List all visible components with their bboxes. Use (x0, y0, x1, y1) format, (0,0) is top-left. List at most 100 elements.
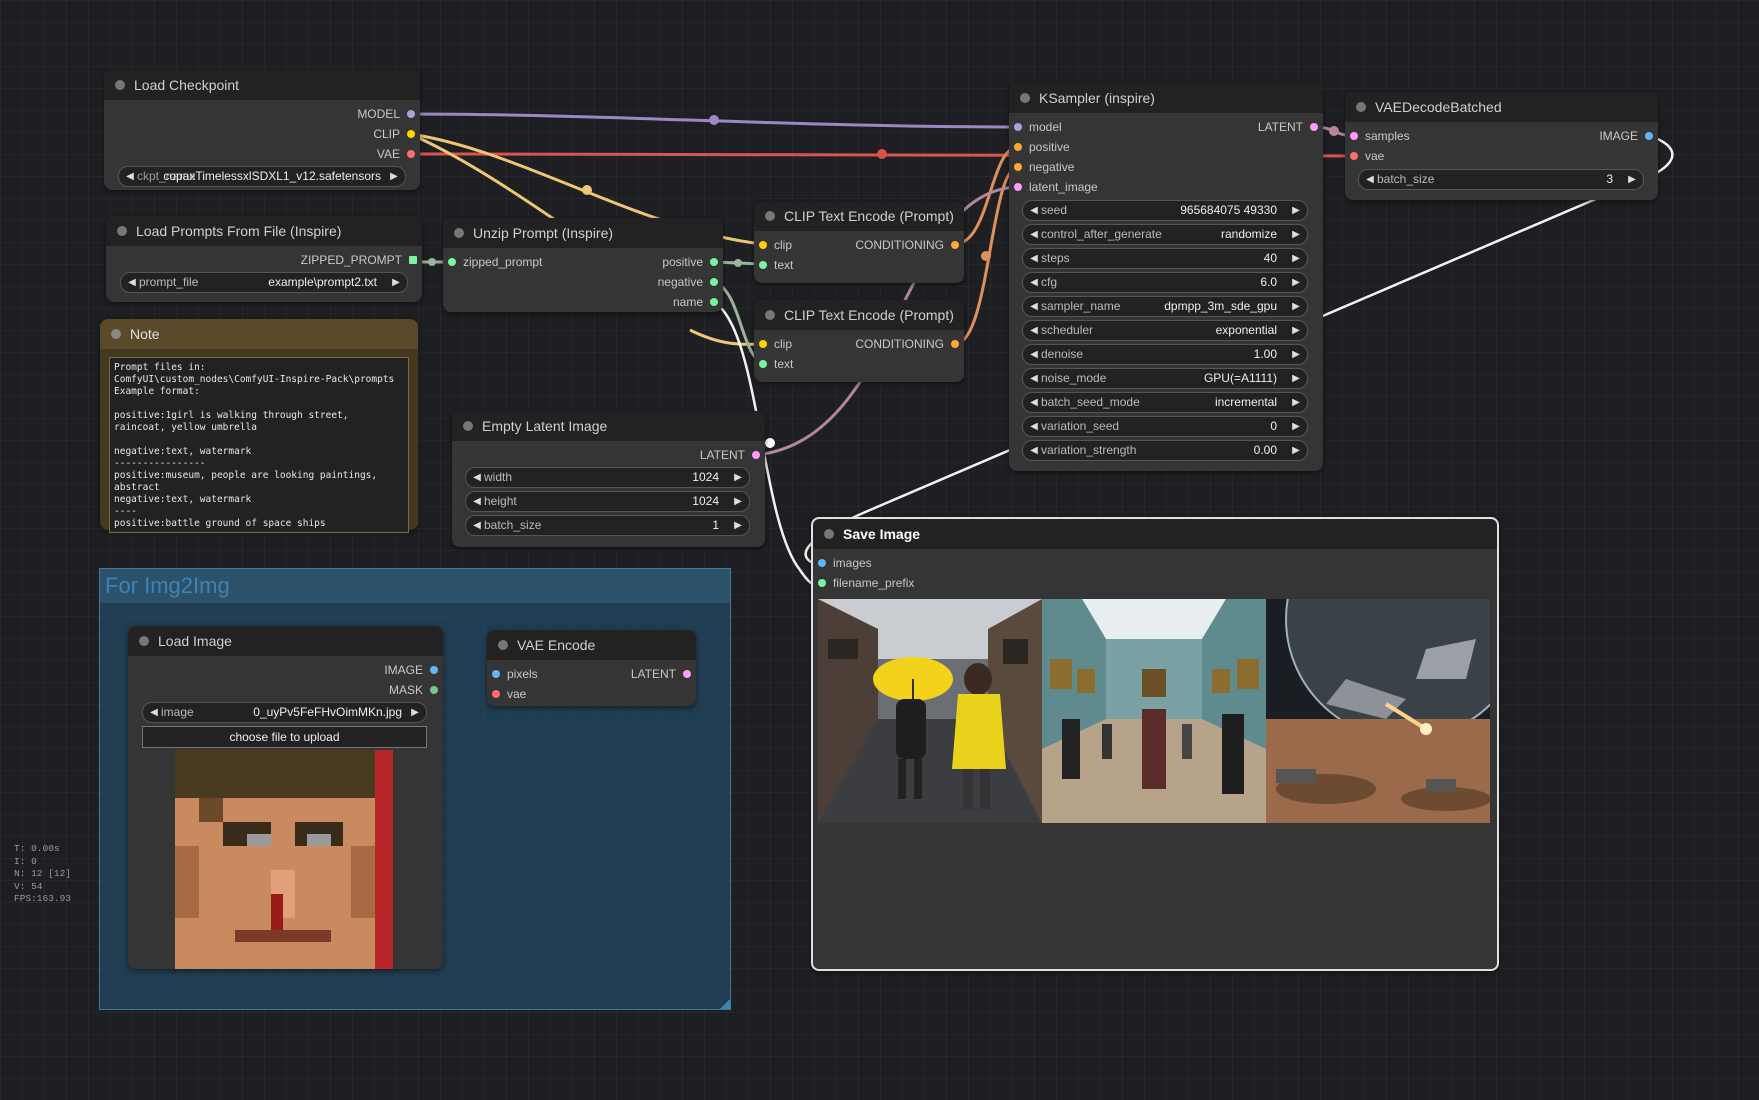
arrow-left-icon[interactable]: ◀ (1027, 345, 1041, 364)
collapse-dot-icon[interactable] (765, 211, 775, 221)
arrow-left-icon[interactable]: ◀ (470, 492, 484, 511)
node-clip-text-encode-1[interactable]: CLIP Text Encode (Prompt) clip text COND… (754, 201, 964, 283)
collapse-dot-icon[interactable] (454, 228, 464, 238)
arrow-right-icon[interactable]: ▶ (731, 516, 745, 535)
port-dot-icon[interactable] (752, 451, 760, 459)
control-after-generate-combo[interactable]: ◀ control_after_generate randomize ▶ (1022, 224, 1308, 245)
port-dot-icon[interactable] (818, 559, 826, 567)
image-combo[interactable]: ◀ image 0_uyPv5FeFHvOimMKn.jpg ▶ (142, 702, 427, 723)
choose-file-upload-button[interactable]: choose file to upload (142, 726, 427, 748)
collapse-dot-icon[interactable] (498, 640, 508, 650)
port-dot-icon[interactable] (951, 340, 959, 348)
arrow-right-icon[interactable]: ▶ (1289, 441, 1303, 460)
arrow-left-icon[interactable]: ◀ (123, 167, 137, 186)
port-dot-icon[interactable] (1014, 163, 1022, 171)
node-load-image[interactable]: Load Image IMAGE MASK ◀ image 0_uyPv5FeFHv… (128, 626, 443, 969)
output-positive[interactable]: positive (662, 252, 723, 272)
input-vae[interactable]: vae (487, 684, 526, 704)
arrow-left-icon[interactable]: ◀ (1027, 297, 1041, 316)
output-vae[interactable]: VAE (377, 144, 420, 164)
node-header[interactable]: VAEDecodeBatched (1345, 92, 1658, 122)
port-dot-icon[interactable] (448, 258, 456, 266)
output-model[interactable]: MODEL (357, 104, 420, 124)
prompt-file-combo[interactable]: ◀ prompt_file example\prompt2.txt ▶ (120, 272, 408, 293)
arrow-right-icon[interactable]: ▶ (1289, 225, 1303, 244)
height-number[interactable]: ◀ height 1024 ▶ (465, 491, 750, 512)
collapse-dot-icon[interactable] (139, 636, 149, 646)
ckpt-name-combo[interactable]: ◀ ckpt_name copaxTimelessxlSDXL1_v12.saf… (118, 166, 406, 187)
node-note[interactable]: Note Prompt files in: ComfyUI\custom_nod… (100, 319, 418, 533)
port-dot-icon[interactable] (430, 686, 438, 694)
output-image[interactable]: IMAGE (1599, 126, 1658, 146)
port-dot-icon[interactable] (710, 258, 718, 266)
node-header[interactable]: VAE Encode (487, 630, 696, 660)
output-clip[interactable]: CLIP (373, 124, 420, 144)
group-title[interactable]: For Img2Img (100, 569, 730, 603)
port-dot-icon[interactable] (759, 241, 767, 249)
port-dot-icon[interactable] (683, 670, 691, 678)
arrow-right-icon[interactable]: ▶ (1289, 393, 1303, 412)
output-mask[interactable]: MASK (389, 680, 443, 700)
input-latent-image[interactable]: latent_image (1009, 177, 1098, 197)
output-latent[interactable]: LATENT (631, 664, 696, 684)
node-save-image[interactable]: Save Image images filename_prefix (811, 517, 1499, 971)
input-text[interactable]: text (754, 354, 793, 374)
input-vae[interactable]: vae (1345, 146, 1384, 166)
batch-size-number[interactable]: ◀ batch_size 1 ▶ (465, 515, 750, 536)
batch-size-number[interactable]: ◀ batch_size 3 ▶ (1358, 169, 1644, 190)
output-conditioning[interactable]: CONDITIONING (855, 235, 964, 255)
node-header[interactable]: Save Image (813, 519, 1497, 549)
collapse-dot-icon[interactable] (1356, 102, 1366, 112)
input-text[interactable]: text (754, 255, 793, 275)
collapse-dot-icon[interactable] (463, 421, 473, 431)
port-dot-icon[interactable] (1014, 123, 1022, 131)
input-samples[interactable]: samples (1345, 126, 1410, 146)
output-image-thumbnail[interactable] (818, 599, 1042, 823)
input-clip[interactable]: clip (754, 334, 792, 354)
arrow-left-icon[interactable]: ◀ (1027, 393, 1041, 412)
width-number[interactable]: ◀ width 1024 ▶ (465, 467, 750, 488)
arrow-left-icon[interactable]: ◀ (1027, 321, 1041, 340)
node-header[interactable]: Unzip Prompt (Inspire) (443, 218, 723, 248)
node-header[interactable]: Note (100, 319, 418, 349)
seed-number[interactable]: ◀ seed 965684075 49330 ▶ (1022, 200, 1308, 221)
arrow-left-icon[interactable]: ◀ (1027, 369, 1041, 388)
arrow-right-icon[interactable]: ▶ (1289, 201, 1303, 220)
arrow-right-icon[interactable]: ▶ (387, 167, 401, 186)
node-ksampler-inspire[interactable]: KSampler (inspire) model positive negati… (1009, 83, 1323, 471)
arrow-left-icon[interactable]: ◀ (1027, 249, 1041, 268)
arrow-right-icon[interactable]: ▶ (1625, 170, 1639, 189)
input-images[interactable]: images (813, 553, 872, 573)
arrow-left-icon[interactable]: ◀ (470, 516, 484, 535)
collapse-dot-icon[interactable] (765, 310, 775, 320)
collapse-dot-icon[interactable] (824, 529, 834, 539)
input-model[interactable]: model (1009, 117, 1062, 137)
arrow-left-icon[interactable]: ◀ (125, 273, 139, 292)
arrow-right-icon[interactable]: ▶ (1289, 369, 1303, 388)
scheduler-combo[interactable]: ◀ scheduler exponential ▶ (1022, 320, 1308, 341)
node-vae-encode[interactable]: VAE Encode pixels vae LATENT (487, 630, 696, 706)
node-header[interactable]: KSampler (inspire) (1009, 83, 1323, 113)
port-dot-icon[interactable] (492, 690, 500, 698)
node-load-prompts-from-file[interactable]: Load Prompts From File (Inspire) ZIPPED_… (106, 216, 422, 302)
node-clip-text-encode-2[interactable]: CLIP Text Encode (Prompt) clip text COND… (754, 300, 964, 382)
output-name[interactable]: name (673, 292, 723, 312)
node-load-checkpoint[interactable]: Load Checkpoint MODEL CLIP VAE ◀ ckpt_na… (104, 70, 420, 190)
arrow-right-icon[interactable]: ▶ (731, 468, 745, 487)
input-filename-prefix[interactable]: filename_prefix (813, 573, 914, 593)
node-graph-canvas[interactable]: For Img2Img Load Checkpoint MODEL CLIP V… (0, 0, 1759, 1100)
port-dot-icon[interactable] (407, 110, 415, 118)
output-conditioning[interactable]: CONDITIONING (855, 334, 964, 354)
arrow-right-icon[interactable]: ▶ (731, 492, 745, 511)
noise-mode-combo[interactable]: ◀ noise_mode GPU(=A1111) ▶ (1022, 368, 1308, 389)
input-negative[interactable]: negative (1009, 157, 1074, 177)
arrow-right-icon[interactable]: ▶ (389, 273, 403, 292)
output-latent[interactable]: LATENT (700, 445, 765, 465)
port-dot-icon[interactable] (951, 241, 959, 249)
port-dot-icon[interactable] (1310, 123, 1318, 131)
batch-seed-mode-combo[interactable]: ◀ batch_seed_mode incremental ▶ (1022, 392, 1308, 413)
arrow-right-icon[interactable]: ▶ (1289, 345, 1303, 364)
port-dot-icon[interactable] (759, 360, 767, 368)
variation-strength-number[interactable]: ◀ variation_strength 0.00 ▶ (1022, 440, 1308, 461)
port-dot-icon[interactable] (710, 278, 718, 286)
